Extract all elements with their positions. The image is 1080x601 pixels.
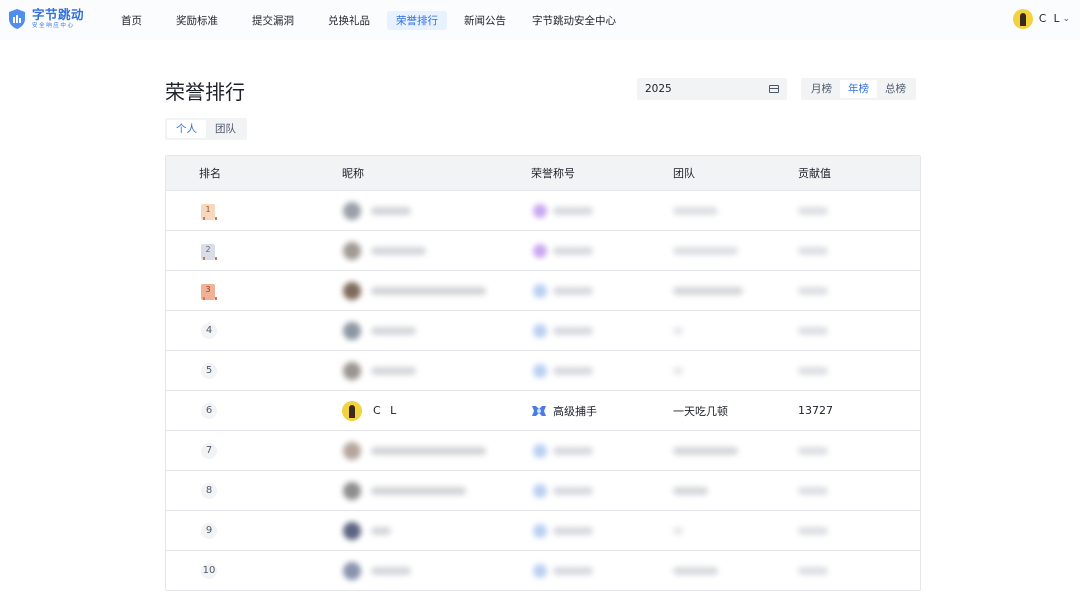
table-row[interactable]: 5 [166, 350, 920, 390]
header-team: 团队 [673, 167, 695, 180]
brand-logo[interactable]: 字节跳动 安全响应中心 [7, 8, 84, 30]
header-nickname: 昵称 [342, 167, 364, 180]
contribution-score: 13727 [798, 404, 833, 417]
main-nav: 首页 奖励标准 提交漏洞 兑换礼品 荣誉排行 新闻公告 字节跳动安全中心 [112, 0, 625, 40]
tab-yearly[interactable]: 年榜 [840, 80, 877, 98]
table-row[interactable]: 10 [166, 550, 920, 590]
nav-item-reward-standard[interactable]: 奖励标准 [167, 11, 227, 30]
tab-monthly[interactable]: 月榜 [803, 80, 840, 98]
scope-tabs: 个人 团队 [165, 118, 247, 140]
nickname: C L [373, 404, 400, 417]
page-title: 荣誉排行 [165, 80, 245, 104]
honor-title: 高级捕手 [553, 404, 597, 418]
blurred-content [321, 551, 861, 590]
table-row[interactable]: 4 [166, 310, 920, 350]
team-name: 一天吃几顿 [673, 404, 728, 418]
blurred-content [321, 231, 861, 271]
header-honor: 荣誉称号 [531, 167, 575, 180]
blurred-content [321, 271, 861, 311]
nav-item-security-center[interactable]: 字节跳动安全中心 [523, 11, 625, 30]
tab-individual[interactable]: 个人 [167, 120, 206, 138]
calendar-icon [769, 85, 779, 93]
silver-medal-icon: 2 [201, 243, 217, 260]
blurred-content [321, 311, 861, 351]
rank-number: 6 [201, 402, 217, 419]
user-avatar [1012, 9, 1033, 29]
table-row-current-user[interactable]: 6 C L 高级捕手 一天吃几顿 13727 [166, 390, 920, 430]
tab-total[interactable]: 总榜 [877, 80, 914, 98]
user-menu[interactable]: C L ⌄ [1012, 9, 1070, 29]
header-rank: 排名 [199, 167, 221, 180]
rank-number: 9 [201, 522, 217, 539]
table-row[interactable]: 2 [166, 230, 920, 270]
shield-logo-icon [9, 9, 25, 29]
chevron-down-icon: ⌄ [1062, 14, 1070, 24]
table-row[interactable]: 3 [166, 270, 920, 310]
blurred-content [321, 191, 861, 231]
gold-medal-icon: 1 [201, 203, 217, 220]
period-tabs: 月榜 年榜 总榜 [801, 78, 916, 100]
table-row[interactable]: 7 [166, 430, 920, 470]
blurred-content [321, 351, 861, 391]
blurred-content [321, 511, 861, 551]
table-row[interactable]: 1 [166, 190, 920, 230]
top-nav-bar: 字节跳动 安全响应中心 首页 奖励标准 提交漏洞 兑换礼品 荣誉排行 新闻公告 … [0, 0, 1080, 40]
rank-number: 8 [201, 482, 217, 499]
bronze-medal-icon: 3 [201, 283, 217, 300]
blurred-content [321, 471, 861, 511]
rank-number: 4 [201, 322, 217, 339]
tab-team[interactable]: 团队 [206, 120, 245, 138]
table-row[interactable]: 8 [166, 470, 920, 510]
honor-badge-icon [532, 405, 546, 416]
nav-item-gift-exchange[interactable]: 兑换礼品 [319, 11, 379, 30]
nav-item-home[interactable]: 首页 [112, 11, 151, 30]
nav-item-news[interactable]: 新闻公告 [455, 11, 515, 30]
user-name: C L [1038, 13, 1062, 25]
year-picker[interactable]: 2025 [637, 78, 787, 100]
rank-number: 7 [201, 442, 217, 459]
rank-number: 10 [201, 562, 217, 579]
avatar [342, 400, 362, 421]
year-value: 2025 [645, 83, 672, 95]
nav-item-submit-vuln[interactable]: 提交漏洞 [243, 11, 303, 30]
table-header: 排名 昵称 荣誉称号 团队 贡献值 [166, 156, 920, 190]
brand-subtitle: 安全响应中心 [32, 22, 75, 29]
nav-item-honor-ranking[interactable]: 荣誉排行 [387, 10, 447, 30]
brand-name: 字节跳动 [32, 7, 85, 22]
blurred-content [321, 431, 861, 471]
ranking-table: 排名 昵称 荣誉称号 团队 贡献值 1 2 3 4 5 6 C L 高级捕手 一… [165, 155, 921, 591]
rank-number: 5 [201, 362, 217, 379]
header-score: 贡献值 [798, 167, 831, 180]
table-row[interactable]: 9 [166, 510, 920, 550]
